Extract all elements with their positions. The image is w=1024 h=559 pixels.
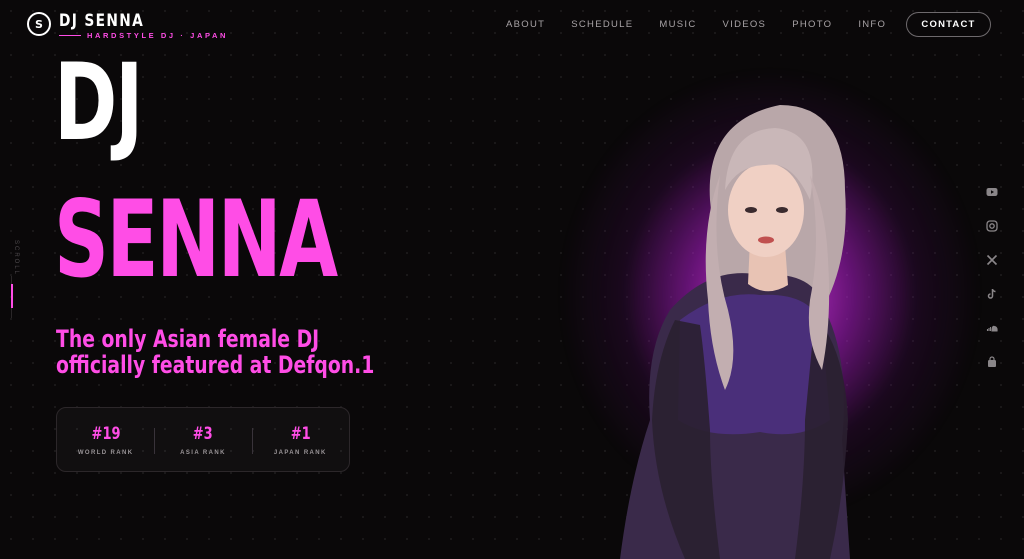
soundcloud-icon[interactable] bbox=[984, 320, 1000, 336]
rank-label: JAPAN RANK bbox=[273, 449, 327, 456]
contact-button[interactable]: CONTACT bbox=[906, 12, 991, 37]
nav-music[interactable]: MUSIC bbox=[659, 19, 696, 30]
hero-title-dj: DJ bbox=[54, 41, 143, 164]
nav-about[interactable]: ABOUT bbox=[506, 19, 545, 30]
brand-logo[interactable]: S DJ SENNA HARDSTYLE DJ · JAPAN bbox=[27, 11, 228, 40]
nav-videos[interactable]: VIDEOS bbox=[723, 19, 767, 30]
rank-value: #1 bbox=[290, 423, 311, 444]
shop-bag-icon[interactable] bbox=[984, 354, 1000, 370]
hero-tagline: The only Asian female DJ officially feat… bbox=[56, 326, 421, 378]
rank-japan: #1 JAPAN RANK bbox=[251, 408, 349, 471]
rank-world: #19 WORLD RANK bbox=[57, 408, 154, 471]
nav-photo[interactable]: PHOTO bbox=[792, 19, 832, 30]
rank-label: WORLD RANK bbox=[77, 449, 134, 456]
logo-mark-icon: S bbox=[27, 12, 51, 36]
social-links bbox=[984, 184, 1000, 388]
rank-value: #19 bbox=[91, 423, 121, 444]
rank-card: #19 WORLD RANK #3 ASIA RANK #1 JAPAN RAN… bbox=[56, 407, 350, 472]
scroll-thumb bbox=[11, 284, 13, 308]
brand-subtitle: HARDSTYLE DJ · JAPAN bbox=[87, 31, 229, 40]
tiktok-icon[interactable] bbox=[984, 286, 1000, 302]
hero-title-senna: SENNA bbox=[54, 178, 338, 301]
dj-portrait-image bbox=[620, 105, 850, 559]
main-nav: ABOUT SCHEDULE MUSIC VIDEOS PHOTO INFO bbox=[506, 19, 912, 30]
tagline-line-2: officially featured at Defqon.1 bbox=[56, 351, 375, 379]
rank-value: #3 bbox=[193, 423, 213, 444]
x-icon[interactable] bbox=[984, 252, 1000, 268]
tagline-line-1: The only Asian female DJ bbox=[56, 325, 320, 353]
youtube-icon[interactable] bbox=[984, 184, 1000, 200]
scroll-label: SCROLL bbox=[13, 240, 19, 277]
nav-schedule[interactable]: SCHEDULE bbox=[571, 19, 633, 30]
rank-label: ASIA RANK bbox=[180, 449, 226, 456]
brand-name: DJ SENNA bbox=[59, 11, 145, 31]
rank-asia: #3 ASIA RANK bbox=[154, 408, 251, 471]
nav-info[interactable]: INFO bbox=[858, 19, 886, 30]
instagram-icon[interactable] bbox=[984, 218, 1000, 234]
brand-sub-line bbox=[59, 35, 81, 36]
